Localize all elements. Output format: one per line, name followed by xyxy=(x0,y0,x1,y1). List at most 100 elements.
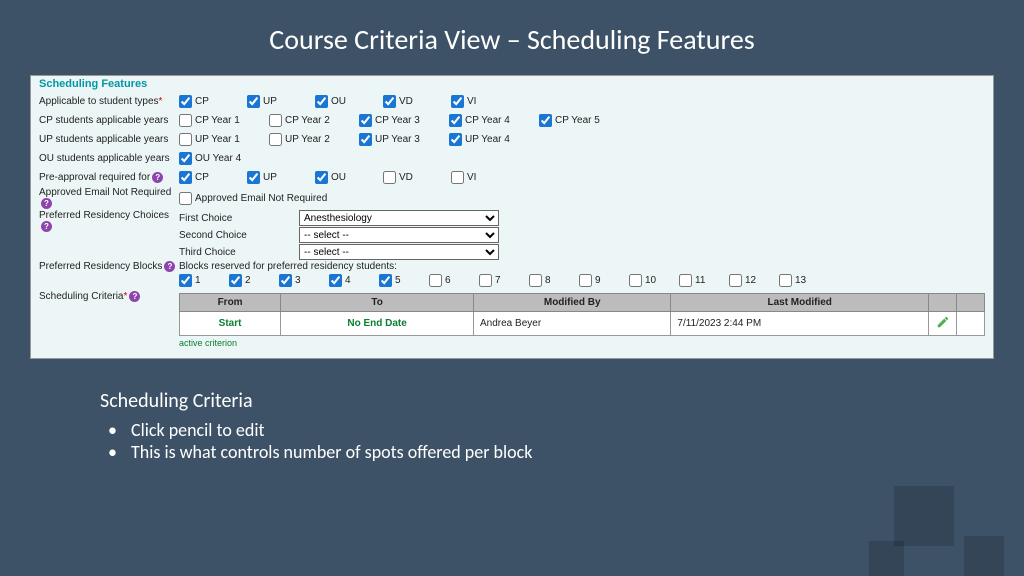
checkbox-input[interactable] xyxy=(179,171,192,184)
pencil-icon[interactable] xyxy=(936,315,950,329)
checkbox-13[interactable]: 13 xyxy=(779,274,829,287)
cell-from: Start xyxy=(180,312,281,336)
choice-row: Second Choice-- select -- xyxy=(179,227,499,243)
row-student-types: Applicable to student types* CPUPOUVDVI xyxy=(39,92,985,110)
checkbox-input[interactable] xyxy=(579,274,592,287)
checkbox-cp[interactable]: CP xyxy=(179,95,247,108)
table-row: Start No End Date Andrea Beyer 7/11/2023… xyxy=(180,312,985,336)
label-ou-years: OU students applicable years xyxy=(39,153,179,164)
checkbox-input[interactable] xyxy=(269,114,282,127)
label-pref-choices: Preferred Residency Choices? xyxy=(39,210,179,232)
checkbox-up-year-1[interactable]: UP Year 1 xyxy=(179,133,269,146)
checkbox-input[interactable] xyxy=(315,95,328,108)
choice-select[interactable]: -- select -- xyxy=(299,227,499,243)
checkbox-vi[interactable]: VI xyxy=(451,95,519,108)
help-icon[interactable]: ? xyxy=(164,261,175,272)
slide-title: Course Criteria View – Scheduling Featur… xyxy=(0,0,1024,75)
choice-label: First Choice xyxy=(179,213,299,224)
checkbox-input[interactable] xyxy=(359,114,372,127)
label-student-types: Applicable to student types* xyxy=(39,96,179,107)
checkbox-input[interactable] xyxy=(679,274,692,287)
checkbox-input[interactable] xyxy=(449,133,462,146)
checkbox-up-year-3[interactable]: UP Year 3 xyxy=(359,133,449,146)
checkbox-input[interactable] xyxy=(729,274,742,287)
checkbox-7[interactable]: 7 xyxy=(479,274,529,287)
row-up-years: UP students applicable years UP Year 1UP… xyxy=(39,130,985,148)
checkbox-cp-year-1[interactable]: CP Year 1 xyxy=(179,114,269,127)
choice-select[interactable]: -- select -- xyxy=(299,244,499,260)
checkbox-vd[interactable]: VD xyxy=(383,171,451,184)
checkbox-input[interactable] xyxy=(379,274,392,287)
checkbox-up[interactable]: UP xyxy=(247,95,315,108)
cell-last-modified: 7/11/2023 2:44 PM xyxy=(671,312,929,336)
row-approved-email: Approved Email Not Required? Approved Em… xyxy=(39,187,985,209)
th-last-modified: Last Modified xyxy=(671,294,929,312)
checkbox-vi[interactable]: VI xyxy=(451,171,519,184)
checkbox-approved-email[interactable]: Approved Email Not Required xyxy=(179,192,327,205)
choice-select[interactable]: Anesthesiology xyxy=(299,210,499,226)
checkbox-input[interactable] xyxy=(629,274,642,287)
checkbox-ou[interactable]: OU xyxy=(315,95,383,108)
footer-notes: Scheduling Criteria Click pencil to edit… xyxy=(100,389,1024,463)
help-icon[interactable]: ? xyxy=(129,291,140,302)
criteria-table: From To Modified By Last Modified Start … xyxy=(179,293,985,336)
checkbox-9[interactable]: 9 xyxy=(579,274,629,287)
checkbox-ou-year-4[interactable]: OU Year 4 xyxy=(179,152,269,165)
checkbox-cp-year-5[interactable]: CP Year 5 xyxy=(539,114,629,127)
checkbox-8[interactable]: 8 xyxy=(529,274,579,287)
checkbox-cp-year-2[interactable]: CP Year 2 xyxy=(269,114,359,127)
checkbox-input[interactable] xyxy=(429,274,442,287)
th-from: From xyxy=(180,294,281,312)
help-icon[interactable]: ? xyxy=(152,172,163,183)
checkbox-3[interactable]: 3 xyxy=(279,274,329,287)
checkbox-cp-year-3[interactable]: CP Year 3 xyxy=(359,114,449,127)
checkbox-input[interactable] xyxy=(479,274,492,287)
checkbox-input[interactable] xyxy=(269,133,282,146)
checkbox-input[interactable] xyxy=(449,114,462,127)
checkbox-input[interactable] xyxy=(383,95,396,108)
checkbox-input[interactable] xyxy=(383,171,396,184)
label-scheduling-criteria: Scheduling Criteria*? xyxy=(39,291,179,302)
checkbox-4[interactable]: 4 xyxy=(329,274,379,287)
help-icon[interactable]: ? xyxy=(41,221,52,232)
checkbox-5[interactable]: 5 xyxy=(379,274,429,287)
checkbox-input[interactable] xyxy=(229,274,242,287)
checkbox-up-year-2[interactable]: UP Year 2 xyxy=(269,133,359,146)
checkbox-12[interactable]: 12 xyxy=(729,274,779,287)
active-criterion-link[interactable]: active criterion xyxy=(179,338,237,348)
checkbox-input[interactable] xyxy=(179,152,192,165)
checkbox-input[interactable] xyxy=(179,95,192,108)
help-icon[interactable]: ? xyxy=(41,198,52,209)
checkbox-input[interactable] xyxy=(451,95,464,108)
checkbox-input[interactable] xyxy=(539,114,552,127)
checkbox-input[interactable] xyxy=(329,274,342,287)
checkbox-vd[interactable]: VD xyxy=(383,95,451,108)
th-to: To xyxy=(281,294,474,312)
checkbox-up-year-4[interactable]: UP Year 4 xyxy=(449,133,539,146)
row-scheduling-criteria: Scheduling Criteria*? From To Modified B… xyxy=(39,291,985,349)
checkbox-6[interactable]: 6 xyxy=(429,274,479,287)
checkbox-input[interactable] xyxy=(179,133,192,146)
checkbox-up[interactable]: UP xyxy=(247,171,315,184)
checkbox-input[interactable] xyxy=(279,274,292,287)
checkbox-ou[interactable]: OU xyxy=(315,171,383,184)
label-cp-years: CP students applicable years xyxy=(39,115,179,126)
checkbox-input[interactable] xyxy=(315,171,328,184)
checkbox-input[interactable] xyxy=(179,192,192,205)
checkbox-input[interactable] xyxy=(247,95,260,108)
checkbox-11[interactable]: 11 xyxy=(679,274,729,287)
checkbox-input[interactable] xyxy=(529,274,542,287)
checkbox-2[interactable]: 2 xyxy=(229,274,279,287)
checkbox-10[interactable]: 10 xyxy=(629,274,679,287)
checkbox-input[interactable] xyxy=(179,274,192,287)
checkbox-input[interactable] xyxy=(451,171,464,184)
checkbox-cp[interactable]: CP xyxy=(179,171,247,184)
row-pref-blocks: Preferred Residency Blocks? Blocks reser… xyxy=(39,261,985,287)
checkbox-input[interactable] xyxy=(179,114,192,127)
checkbox-input[interactable] xyxy=(779,274,792,287)
checkbox-input[interactable] xyxy=(359,133,372,146)
checkbox-cp-year-4[interactable]: CP Year 4 xyxy=(449,114,539,127)
checkbox-input[interactable] xyxy=(247,171,260,184)
checkbox-1[interactable]: 1 xyxy=(179,274,229,287)
label-approved-email: Approved Email Not Required? xyxy=(39,187,179,209)
